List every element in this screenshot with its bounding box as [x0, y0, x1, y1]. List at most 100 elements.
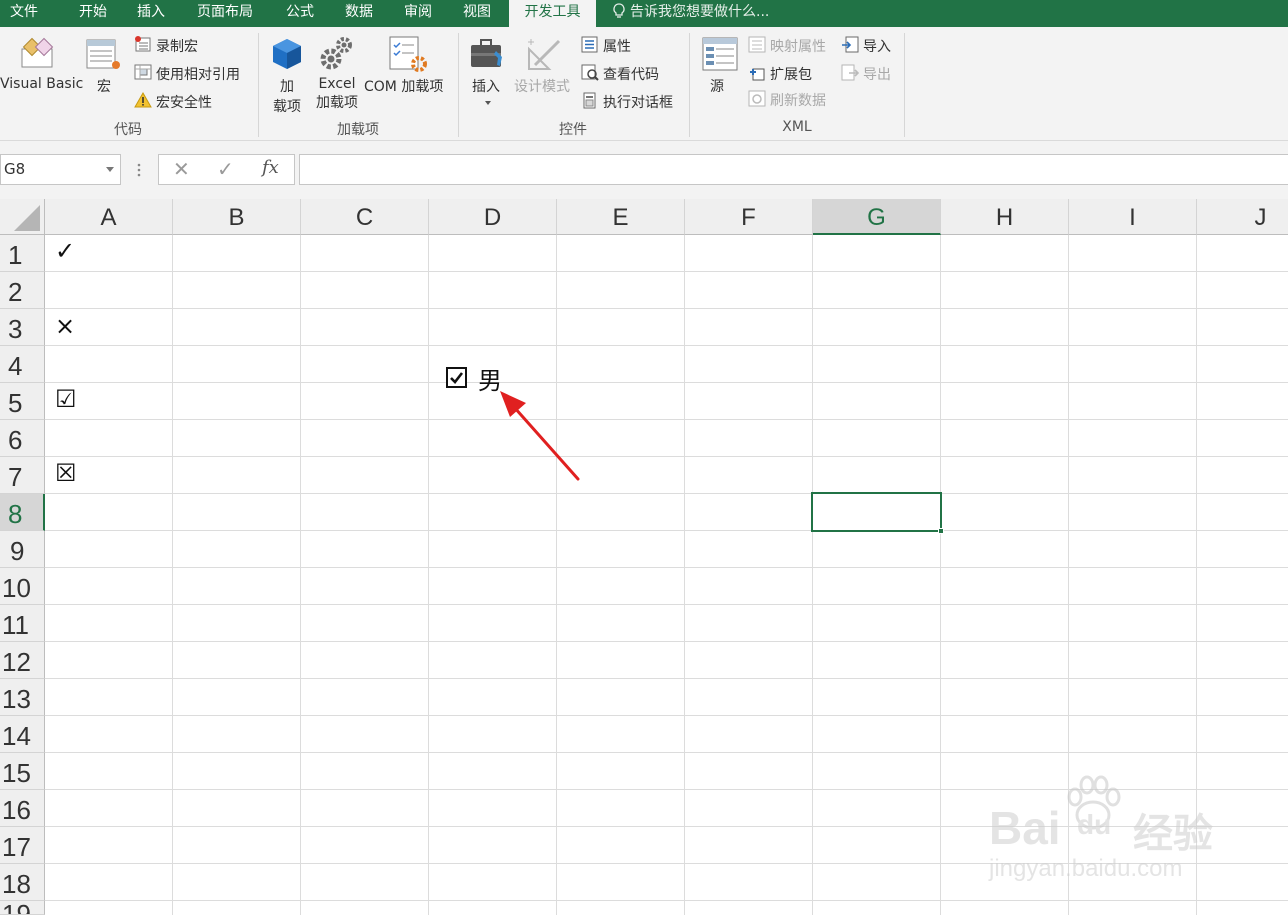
- ribbon-developer: Visual Basic 宏 录制宏 使用相对引用 宏安全性 代码 加 载项 E…: [0, 27, 1288, 141]
- tab-data[interactable]: 数据: [345, 0, 373, 27]
- expansion-packs-button[interactable]: 扩展包: [770, 64, 812, 84]
- row-header-18[interactable]: 18: [0, 864, 45, 901]
- checkbox-box[interactable]: [446, 367, 467, 388]
- gridline: [45, 456, 1288, 457]
- row-header-14[interactable]: 14: [0, 716, 45, 753]
- relative-refs-button[interactable]: 使用相对引用: [156, 64, 240, 84]
- gear-icon: [320, 37, 352, 70]
- tab-page-layout[interactable]: 页面布局: [197, 0, 253, 27]
- enter-button[interactable]: ✓: [217, 157, 234, 181]
- row-header-5[interactable]: 5: [0, 383, 45, 420]
- relative-refs-icon: [134, 64, 152, 80]
- row-header-3[interactable]: 3: [0, 309, 45, 346]
- insert-control-button[interactable]: 插入: [472, 76, 500, 96]
- row-header-13[interactable]: 13: [0, 679, 45, 716]
- import-button[interactable]: 导入: [863, 36, 891, 56]
- addins-button[interactable]: 加 载项: [270, 76, 304, 116]
- gridline: [45, 641, 1288, 642]
- tell-me-search[interactable]: 告诉我您想要做什么...: [612, 0, 769, 27]
- cell-A3[interactable]: ×: [55, 312, 75, 340]
- row-header-4[interactable]: 4: [0, 346, 45, 383]
- row-header-15[interactable]: 15: [0, 753, 45, 790]
- properties-icon: [581, 36, 598, 53]
- column-header-C[interactable]: C: [301, 199, 429, 235]
- group-label-controls: 控件: [559, 122, 587, 138]
- visual-basic-button[interactable]: Visual Basic: [0, 76, 83, 92]
- fill-handle[interactable]: [938, 528, 944, 534]
- column-header-F[interactable]: F: [685, 199, 813, 235]
- gridline: [812, 235, 813, 915]
- row-header-9[interactable]: 9: [0, 531, 45, 568]
- tab-formulas[interactable]: 公式: [286, 0, 314, 27]
- select-all-corner[interactable]: [0, 199, 45, 235]
- row-header-19[interactable]: 19: [0, 901, 45, 915]
- gridline: [172, 235, 173, 915]
- design-mode-button[interactable]: 设计模式: [514, 76, 570, 96]
- column-header-H[interactable]: H: [941, 199, 1069, 235]
- gridline: [45, 715, 1288, 716]
- row-header-7[interactable]: 7: [0, 457, 45, 494]
- selected-cell-G8[interactable]: [811, 492, 944, 534]
- row-header-17[interactable]: 17: [0, 827, 45, 864]
- formula-input[interactable]: [299, 154, 1288, 185]
- excel-window: 文件 开始 插入 页面布局 公式 数据 审阅 视图 开发工具 告诉我您想要做什么…: [0, 0, 1288, 915]
- tab-developer[interactable]: 开发工具: [509, 0, 596, 29]
- excel-addins-button[interactable]: Excel 加载项: [312, 76, 362, 112]
- name-box[interactable]: G8: [0, 154, 121, 185]
- watermark-cn: 经验: [1133, 812, 1213, 856]
- resize-dots-icon[interactable]: [137, 163, 141, 177]
- tab-home[interactable]: 开始: [79, 0, 107, 27]
- refresh-data-button[interactable]: 刷新数据: [770, 90, 826, 110]
- formula-buttons: ✕ ✓ fx: [158, 154, 295, 185]
- group-label-xml: XML: [782, 119, 812, 135]
- column-header-D[interactable]: D: [429, 199, 557, 235]
- column-header-B[interactable]: B: [173, 199, 301, 235]
- annotation-arrow-icon: [500, 391, 580, 481]
- column-header-G[interactable]: G: [813, 199, 941, 235]
- export-button[interactable]: 导出: [863, 64, 891, 84]
- cancel-button[interactable]: ✕: [173, 157, 190, 181]
- watermark-url: jingyan.baidu.com: [989, 855, 1183, 882]
- row-header-16[interactable]: 16: [0, 790, 45, 827]
- macros-button[interactable]: 宏: [97, 76, 111, 96]
- design-mode-icon: [528, 39, 561, 70]
- gridline: [684, 235, 685, 915]
- xml-source-button[interactable]: 源: [710, 76, 724, 96]
- tab-view[interactable]: 视图: [463, 0, 491, 27]
- row-header-12[interactable]: 12: [0, 642, 45, 679]
- row-header-1[interactable]: 1: [0, 235, 45, 272]
- macro-security-button[interactable]: 宏安全性: [156, 92, 212, 112]
- checkmark-icon: [450, 372, 464, 384]
- column-header-J[interactable]: J: [1197, 199, 1288, 235]
- run-dialog-button[interactable]: 执行对话框: [603, 92, 673, 112]
- record-macro-button[interactable]: 录制宏: [156, 36, 198, 56]
- gridline: [940, 235, 941, 915]
- excel-addins-label-1: Excel: [318, 76, 356, 92]
- gridline: [45, 678, 1288, 679]
- cell-A1[interactable]: ✓: [55, 237, 75, 265]
- column-header-A[interactable]: A: [45, 199, 173, 235]
- row-header-11[interactable]: 11: [0, 605, 45, 642]
- gridline: [45, 900, 1288, 901]
- row-header-10[interactable]: 10: [0, 568, 45, 605]
- map-properties-button[interactable]: 映射属性: [770, 36, 826, 56]
- view-code-button[interactable]: 查看代码: [603, 64, 659, 84]
- tab-insert[interactable]: 插入: [137, 0, 165, 27]
- tab-review[interactable]: 审阅: [404, 0, 432, 27]
- row-header-6[interactable]: 6: [0, 420, 45, 457]
- properties-button[interactable]: 属性: [603, 36, 631, 56]
- com-addins-icon: [389, 36, 427, 72]
- row-header-2[interactable]: 2: [0, 272, 45, 309]
- gridline: [45, 604, 1288, 605]
- cell-A5[interactable]: ☑: [55, 385, 77, 413]
- tab-file[interactable]: 文件: [10, 0, 38, 27]
- gridline: [45, 271, 1288, 272]
- com-addins-button[interactable]: COM 加载项: [364, 76, 443, 96]
- formula-bar: G8 ✕ ✓ fx: [0, 141, 1288, 199]
- column-header-E[interactable]: E: [557, 199, 685, 235]
- chevron-down-icon[interactable]: [106, 167, 114, 172]
- row-header-8[interactable]: 8: [0, 494, 45, 531]
- cell-A7[interactable]: ☒: [55, 459, 77, 487]
- column-header-I[interactable]: I: [1069, 199, 1197, 235]
- insert-function-button[interactable]: fx: [262, 157, 279, 178]
